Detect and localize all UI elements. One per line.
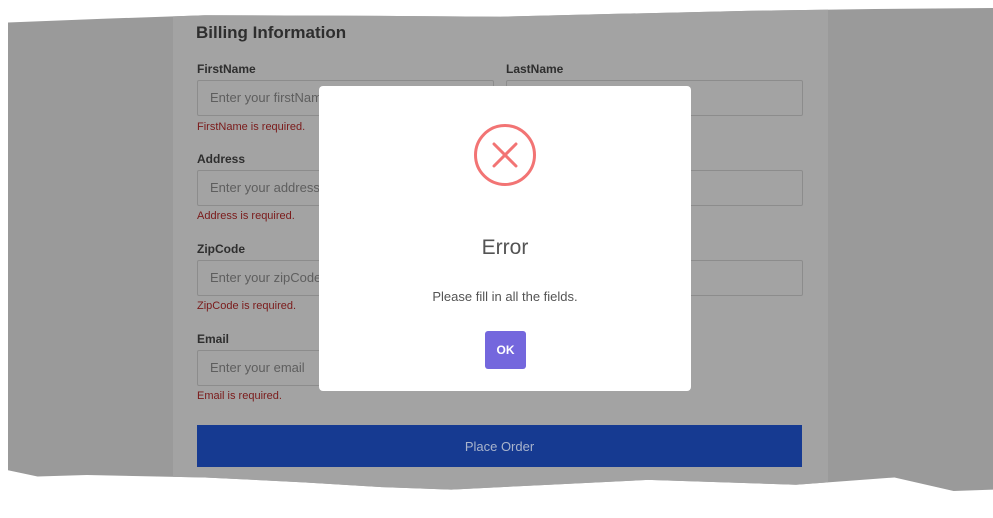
ok-button[interactable]: OK: [485, 331, 526, 369]
error-x-circle-icon: [473, 123, 537, 187]
error-dialog: Error Please fill in all the fields. OK: [319, 86, 691, 391]
dialog-message: Please fill in all the fields.: [432, 289, 578, 304]
email-label: Email: [197, 332, 230, 346]
first-name-error: FirstName is required.: [197, 121, 306, 133]
zip-code-error: ZipCode is required.: [197, 300, 297, 312]
address-label: Address: [197, 152, 246, 166]
place-order-button[interactable]: Place Order: [197, 425, 802, 467]
dialog-title: Error: [481, 236, 529, 259]
address-error: Address is required.: [197, 210, 295, 222]
email-error: Email is required.: [197, 390, 282, 402]
last-name-label: LastName: [506, 62, 564, 76]
first-name-label: FirstName: [197, 62, 256, 76]
modal-backdrop[interactable]: Billing Information FirstName Enter your…: [8, 8, 993, 492]
billing-title: Billing Information: [196, 23, 347, 42]
zip-code-label: ZipCode: [197, 242, 245, 256]
